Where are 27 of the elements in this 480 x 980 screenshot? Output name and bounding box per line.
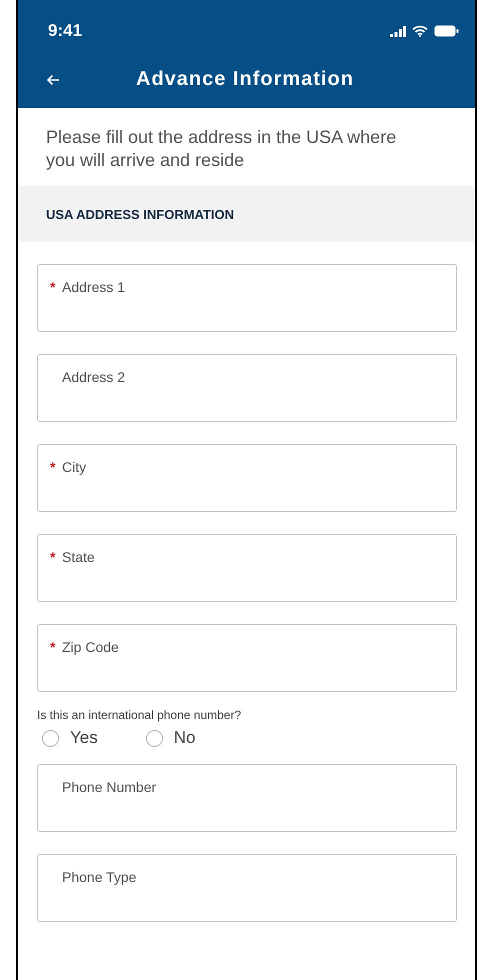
signal-icon — [390, 26, 406, 36]
address-input-field[interactable]: * Zip Code — [37, 624, 457, 692]
address-input-field[interactable]: Address 2 — [37, 354, 457, 422]
radio-button[interactable] — [42, 730, 59, 746]
question-label: Is this an international phone number? — [37, 708, 242, 722]
radio-option[interactable]: No — [146, 728, 196, 748]
radio-option[interactable]: Yes — [42, 728, 98, 748]
radio-button[interactable] — [146, 730, 163, 746]
section-title: USA ADDRESS INFORMATION — [46, 206, 234, 222]
phone-input-field[interactable]: Phone Type — [37, 854, 457, 922]
required-asterisk: * — [50, 459, 56, 475]
back-button[interactable] — [46, 74, 60, 86]
status-time: 9:41 — [48, 21, 82, 41]
radio-label: Yes — [70, 728, 98, 748]
required-asterisk: * — [50, 279, 56, 295]
intro-text: Please fill out the address in the USA where you will arrive and reside — [45, 126, 398, 172]
address-input-field[interactable]: * City — [37, 444, 457, 512]
address-input-field[interactable]: * Address 1 — [37, 264, 457, 332]
required-asterisk: * — [50, 549, 56, 565]
address-input-field[interactable]: * State — [37, 534, 457, 602]
wifi-icon — [412, 25, 428, 37]
radio-label: No — [174, 728, 196, 748]
battery-icon — [434, 25, 459, 37]
phone-input-field[interactable]: Phone Number — [37, 764, 457, 832]
screen-title: Advance Information — [136, 68, 354, 91]
back-arrow-icon — [46, 74, 60, 86]
required-asterisk: * — [50, 639, 56, 655]
